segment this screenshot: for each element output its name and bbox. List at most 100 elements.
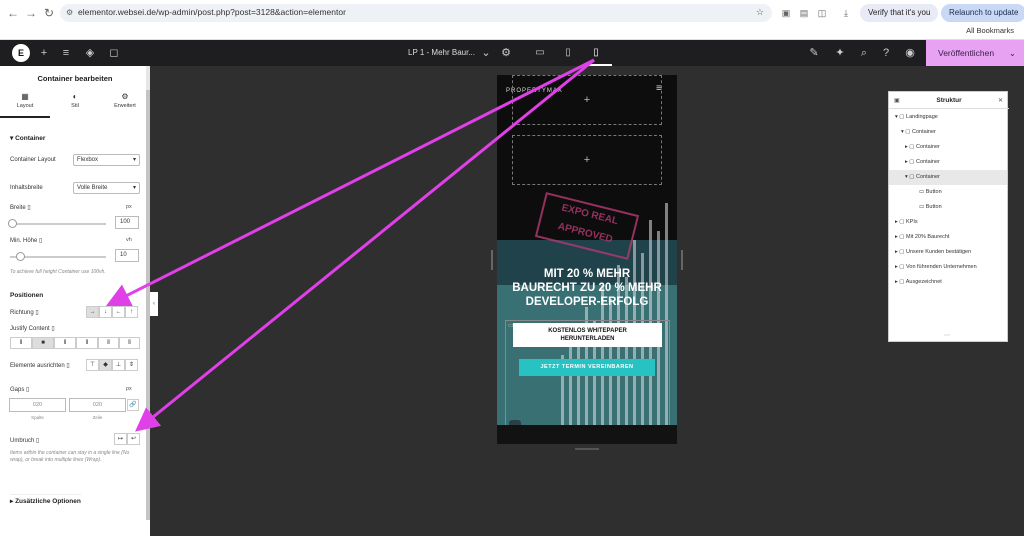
structure-item[interactable]: ▭ Button: [889, 185, 1007, 200]
responsive-mobile-icon[interactable]: ▯: [51, 326, 54, 332]
panel-resize-grip[interactable]: ⋯: [944, 332, 950, 339]
preview-eye-icon[interactable]: ◉: [904, 47, 916, 59]
search-icon[interactable]: ⌕: [858, 47, 870, 59]
document-name[interactable]: LP 1 - Mehr Baur...: [408, 48, 475, 57]
resize-handle-left[interactable]: [491, 250, 493, 270]
container-layout-select[interactable]: Flexbox: [73, 154, 140, 166]
structure-item-selected[interactable]: ▾ ▢ Container: [889, 170, 1007, 185]
justify-between-button[interactable]: ⫴: [76, 337, 98, 349]
direction-column-reverse-button[interactable]: ↑: [125, 306, 138, 318]
book-appointment-button[interactable]: JETZT TERMIN VEREINBAREN: [519, 359, 655, 376]
settings-sliders-icon[interactable]: ≡: [60, 47, 72, 59]
section-extra-options[interactable]: ▸ Zusätzliche Optionen: [10, 494, 81, 505]
justify-evenly-button[interactable]: ⫴: [119, 337, 140, 349]
hero-headline[interactable]: MIT 20 % MEHR BAURECHT ZU 20 % MEHR DEVE…: [497, 267, 677, 309]
no-wrap-button[interactable]: ↦: [114, 433, 127, 445]
chevron-down-icon[interactable]: ⌄: [1009, 40, 1016, 66]
responsive-mobile-icon[interactable]: ▯: [39, 238, 42, 244]
gap-column-input[interactable]: 020: [9, 398, 66, 412]
responsive-mobile-icon[interactable]: ▯: [36, 438, 39, 444]
direction-row-reverse-button[interactable]: ←: [112, 306, 125, 318]
download-icon[interactable]: ⤓: [840, 7, 852, 19]
close-icon[interactable]: ✕: [998, 97, 1003, 104]
tab-style[interactable]: ◐ Stil: [50, 92, 100, 118]
ai-icon[interactable]: ✦: [834, 47, 846, 59]
gaps-unit[interactable]: px: [126, 386, 132, 392]
justify-center-button[interactable]: ■: [32, 337, 54, 349]
responsive-mobile-icon[interactable]: ▯: [27, 205, 30, 211]
label-text: Breite: [10, 205, 26, 211]
direction-column-button[interactable]: ↓: [99, 306, 112, 318]
puzzle-icon[interactable]: ◫: [816, 7, 828, 19]
structure-item[interactable]: ▸ ▢ Unsere Kunden bestätigen: [889, 245, 1007, 260]
structure-item[interactable]: ▸ ▢ Container: [889, 155, 1007, 170]
elementor-logo-icon[interactable]: E: [12, 44, 30, 62]
address-bar[interactable]: ⚙ elementor.websei.de/wp-admin/post.php?…: [60, 4, 772, 22]
panel-collapse-toggle[interactable]: ‹: [150, 292, 158, 316]
gap-row-input[interactable]: 020: [69, 398, 126, 412]
min-height-input[interactable]: 10: [115, 249, 139, 262]
empty-container-dropzone[interactable]: +: [512, 75, 662, 125]
width-unit[interactable]: px: [126, 204, 132, 210]
mobile-icon[interactable]: ▯: [590, 47, 602, 59]
chevron-down-icon[interactable]: ⌄: [480, 47, 492, 59]
min-height-slider[interactable]: [10, 252, 106, 261]
wrap-label: Umbruch ▯: [10, 437, 39, 444]
all-bookmarks[interactable]: All Bookmarks: [966, 26, 1014, 35]
whitepaper-button[interactable]: KOSTENLOS WHITEPAPER HERUNTERLADEN: [513, 323, 662, 347]
extension-icon[interactable]: ▤: [798, 7, 810, 19]
slider-knob[interactable]: [8, 219, 17, 228]
justify-end-button[interactable]: ⫴: [54, 337, 76, 349]
direction-row-button[interactable]: →: [86, 306, 99, 318]
structure-item[interactable]: ▸ ▢ Von führenden Unternehmen: [889, 260, 1007, 275]
responsive-mobile-icon[interactable]: ▯: [26, 387, 29, 393]
structure-item[interactable]: ▸ ▢ Ausgezeichnet: [889, 275, 1007, 290]
label-text: Elemente ausrichten: [10, 363, 65, 369]
bookmark-star-icon[interactable]: ☆: [756, 7, 764, 18]
justify-around-button[interactable]: ⫴: [98, 337, 119, 349]
min-height-unit[interactable]: vh: [126, 237, 132, 243]
content-width-select[interactable]: Volle Breite: [73, 182, 140, 194]
back-icon[interactable]: ←: [6, 6, 20, 20]
wrap-button[interactable]: ↩: [127, 433, 140, 445]
align-stretch-button[interactable]: ⇕: [125, 359, 138, 371]
structure-item[interactable]: ▭ Button: [889, 200, 1007, 215]
align-center-button[interactable]: ◆: [99, 359, 112, 371]
section-container-header[interactable]: ▾ Container: [10, 134, 45, 142]
relaunch-button[interactable]: Relaunch to update: [941, 4, 1024, 22]
width-slider[interactable]: [8, 219, 106, 228]
extension-icon[interactable]: ▣: [780, 7, 792, 19]
align-start-button[interactable]: ⊤: [86, 359, 99, 371]
structure-item[interactable]: ▸ ▢ Mit 20% Baurecht: [889, 230, 1007, 245]
page-settings-icon[interactable]: ⚙: [500, 47, 512, 59]
resize-handle-right[interactable]: [681, 250, 683, 270]
reload-icon[interactable]: ↻: [42, 6, 56, 20]
link-icon[interactable]: 🔗: [127, 399, 139, 411]
empty-container-dropzone[interactable]: +: [512, 135, 662, 185]
preview-bottom-handle[interactable]: [575, 448, 599, 450]
desktop-icon[interactable]: ▭: [534, 47, 546, 59]
structure-item[interactable]: ▾ ▢ Landingpage: [889, 110, 1007, 125]
comments-icon[interactable]: ◻: [108, 47, 120, 59]
tab-layout[interactable]: ▦ Layout: [0, 92, 50, 118]
responsive-mobile-icon[interactable]: ▯: [66, 363, 69, 369]
layers-icon[interactable]: ◈: [84, 47, 96, 59]
help-icon[interactable]: ?: [880, 47, 892, 59]
width-input[interactable]: 100: [115, 216, 139, 229]
align-end-button[interactable]: ⊥: [112, 359, 125, 371]
forward-icon[interactable]: →: [24, 6, 38, 20]
publish-button[interactable]: Veröffentlichen ⌄: [926, 40, 1024, 66]
structure-item[interactable]: ▸ ▢ Container: [889, 140, 1007, 155]
pen-icon[interactable]: ✎: [808, 47, 820, 59]
headline-line: BAURECHT ZU 20 % MEHR: [512, 282, 662, 294]
slider-knob[interactable]: [16, 252, 25, 261]
structure-item[interactable]: ▸ ▢ KPIs: [889, 215, 1007, 230]
verify-button[interactable]: Verify that it's you: [860, 4, 939, 22]
responsive-mobile-icon[interactable]: ▯: [35, 310, 38, 316]
add-element-icon[interactable]: +: [38, 47, 50, 59]
tab-advanced[interactable]: ⚙ Erweitert: [100, 92, 150, 118]
site-info-icon[interactable]: ⚙: [66, 8, 73, 17]
structure-item[interactable]: ▾ ▢ Container: [889, 125, 1007, 140]
tablet-icon[interactable]: ▯: [562, 47, 574, 59]
justify-start-button[interactable]: ⫴: [10, 337, 32, 349]
